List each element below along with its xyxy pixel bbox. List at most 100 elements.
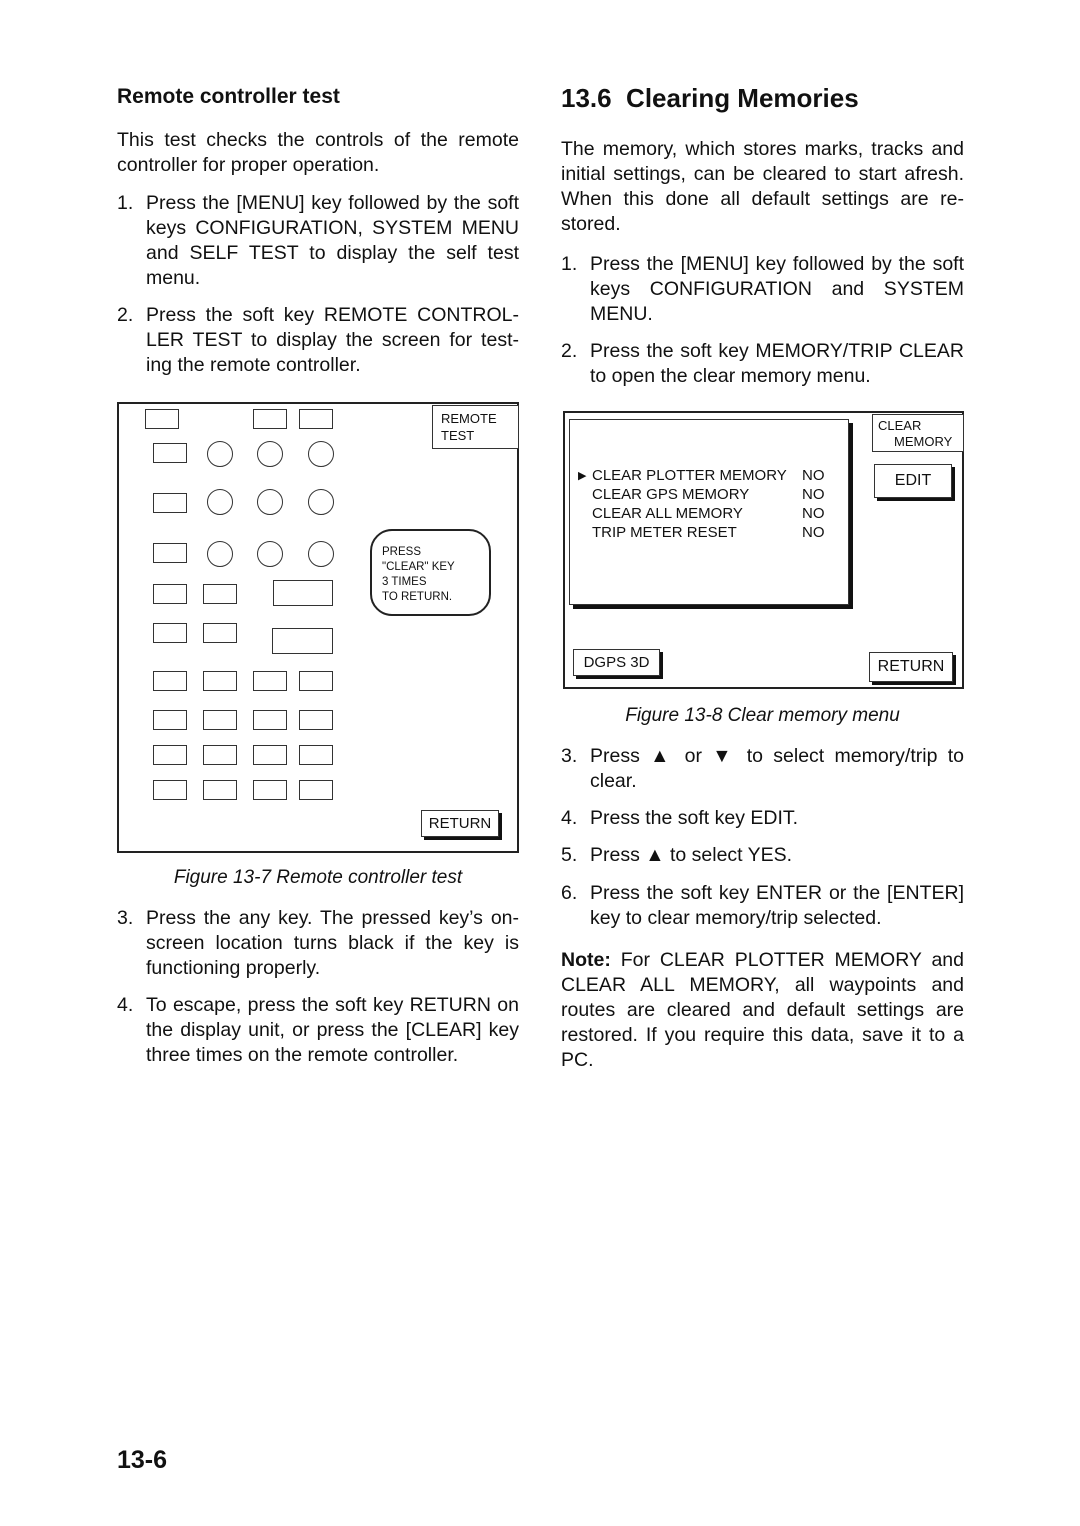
bubble-line: 3 TIMES: [382, 576, 427, 588]
note-paragraph: Note: For CLEAR PLOTTER MEMORY and CLEAR…: [561, 948, 964, 1073]
remote-key: [145, 409, 179, 429]
clear-memory-screen: ▶ CLEAR PLOTTER MEMORY NO CLEAR GPS MEMO…: [563, 411, 964, 689]
intro-paragraph: This test checks the controls of the rem…: [117, 129, 519, 176]
remote-key: [299, 745, 333, 765]
step-6: 6. Press the soft key ENTER or the [ENTE…: [561, 881, 964, 931]
instruction-bubble: PRESS "CLEAR" KEY 3 TIMES TO RETURN.: [370, 529, 491, 616]
bubble-line: PRESS: [382, 546, 421, 558]
step-number: 5.: [561, 844, 578, 866]
step-4: 4. Press the soft key EDIT.: [561, 806, 964, 831]
step-number: 6.: [561, 882, 578, 904]
remote-key: [203, 671, 237, 691]
menu-item-value: NO: [802, 524, 825, 541]
menu-item-label: CLEAR GPS MEMORY: [592, 486, 750, 503]
remote-key: [203, 780, 237, 800]
step-1: 1. Press the [MENU] key followed by the …: [561, 252, 964, 327]
step-number: 3.: [561, 745, 578, 767]
remote-round-key: [308, 441, 334, 467]
remote-wide-key: [273, 580, 333, 606]
return-soft-key[interactable]: RETURN: [869, 652, 953, 682]
step-text: Press ▲ to select YES.: [590, 844, 793, 866]
clear-memory-menu: ▶ CLEAR PLOTTER MEMORY NO CLEAR GPS MEMO…: [569, 419, 849, 605]
bubble-line: "CLEAR" KEY: [382, 561, 455, 573]
remote-key: [153, 671, 187, 691]
menu-item-value: NO: [802, 467, 825, 484]
step-4: 4. To escape, press the soft key RETURN …: [117, 993, 519, 1068]
menu-item-label: TRIP METER RESET: [592, 524, 737, 541]
remote-key: [153, 443, 187, 463]
step-text: To escape, press the soft key RETURN on …: [146, 994, 519, 1066]
step-text: Press the soft key ENTER or the [ENTER] …: [590, 882, 964, 929]
remote-round-key: [257, 441, 283, 467]
remote-key: [203, 623, 237, 643]
cursor-arrow-icon: ▶: [578, 470, 587, 482]
step-text: Press the [MENU] key followed by the sof…: [590, 253, 964, 325]
step-text: Press the [MENU] key followed by the sof…: [146, 192, 519, 289]
step-5: 5. Press ▲ to select YES.: [561, 843, 964, 868]
step-text: Press the soft key MEMORY/TRIP CLEAR to …: [590, 340, 964, 387]
step-number: 1.: [561, 253, 578, 275]
menu-item-label: CLEAR PLOTTER MEMORY: [592, 467, 787, 484]
remote-key: [203, 584, 237, 604]
step-3: 3. Press the any key. The pressed key’s …: [117, 906, 519, 981]
remote-key: [253, 671, 287, 691]
step-number: 3.: [117, 907, 134, 929]
gps-status-indicator: DGPS 3D: [573, 649, 660, 676]
label-line: REMOTE: [441, 411, 497, 426]
remote-round-key: [207, 489, 233, 515]
remote-key: [253, 710, 287, 730]
remote-wide-key: [272, 628, 333, 654]
step-text: Press ▲ or ▼ to select memory/trip to cl…: [590, 745, 964, 792]
remote-key: [153, 745, 187, 765]
step-text: Press the soft key EDIT.: [590, 807, 799, 829]
remote-round-key: [308, 541, 334, 567]
step-number: 4.: [117, 994, 134, 1016]
step-number: 1.: [117, 192, 134, 214]
figure-caption-13-7: Figure 13-7 Remote controller test: [173, 867, 463, 888]
remote-key: [299, 780, 333, 800]
remote-key: [153, 543, 187, 563]
remote-round-key: [308, 489, 334, 515]
step-2: 2. Press the soft key MEMORY/TRIP CLEAR …: [561, 339, 964, 389]
bubble-line: TO RETURN.: [382, 591, 453, 603]
label-line: CLEAR: [878, 418, 922, 433]
remote-round-key: [207, 441, 233, 467]
remote-key: [203, 710, 237, 730]
menu-item-value: NO: [802, 486, 825, 503]
note-label: Note:: [561, 949, 611, 971]
figure-caption-13-8: Figure 13-8 Clear memory menu: [625, 705, 900, 726]
remote-key: [153, 493, 187, 513]
soft-key-label-clear-memory: CLEAR MEMORY: [872, 414, 964, 452]
label-line: MEMORY: [894, 434, 953, 449]
step-1: 1. Press the [MENU] key followed by the …: [117, 191, 519, 289]
remote-key: [253, 780, 287, 800]
menu-item-label: CLEAR ALL MEMORY: [592, 505, 743, 522]
menu-item-value: NO: [802, 505, 825, 522]
remote-key: [253, 745, 287, 765]
step-2: 2. Press the soft key REMOTE CONTROL-LER…: [117, 303, 519, 378]
step-number: 2.: [561, 340, 578, 362]
section-heading-remote-test: Remote controller test: [117, 85, 340, 108]
soft-key-label-remote-test: REMOTE TEST: [432, 405, 519, 449]
remote-key: [299, 710, 333, 730]
remote-round-key: [257, 541, 283, 567]
step-text: Press the any key. The pressed key’s on-…: [146, 907, 519, 979]
return-soft-key[interactable]: RETURN: [421, 810, 499, 837]
section-heading-clearing-memories: 13.6 Clearing Memories: [561, 83, 859, 113]
remote-key: [153, 584, 187, 604]
remote-key: [203, 745, 237, 765]
note-text: For CLEAR PLOTTER MEMORY and CLEAR ALL M…: [561, 949, 964, 1071]
remote-test-screen: REMOTE TEST PRESS "CLEAR" KEY 3 TIMES TO…: [117, 402, 519, 853]
remote-key: [299, 409, 333, 429]
remote-round-key: [257, 489, 283, 515]
step-3: 3. Press ▲ or ▼ to select memory/trip to…: [561, 744, 964, 794]
page-number: 13-6: [117, 1446, 168, 1474]
step-number: 2.: [117, 304, 134, 326]
label-line: TEST: [441, 428, 475, 443]
edit-soft-key[interactable]: EDIT: [874, 464, 952, 498]
remote-round-key: [207, 541, 233, 567]
step-number: 4.: [561, 807, 578, 829]
remote-key: [299, 671, 333, 691]
step-text: Press the soft key REMOTE CONTROL-LER TE…: [146, 304, 519, 376]
remote-key: [153, 623, 187, 643]
